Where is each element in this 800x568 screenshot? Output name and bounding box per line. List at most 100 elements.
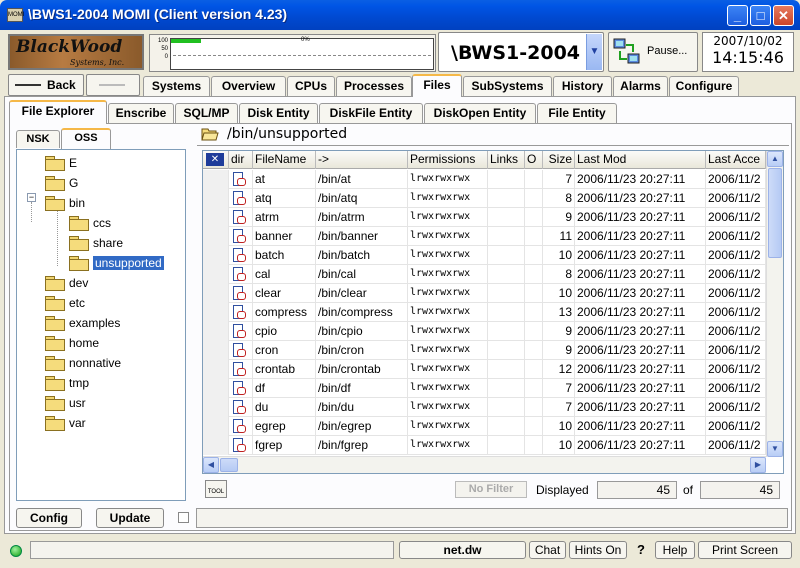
tree-node-nonnative[interactable]: nonnative xyxy=(45,354,121,372)
subtab-diskfile-entity[interactable]: DiskFile Entity xyxy=(319,103,423,123)
tab-cpus[interactable]: CPUs xyxy=(287,76,335,96)
forward-button[interactable] xyxy=(86,74,140,96)
tab-nsk[interactable]: NSK xyxy=(16,130,60,148)
header-links[interactable]: Links xyxy=(488,151,525,169)
select-all-header[interactable]: ✕ xyxy=(203,151,229,169)
tree-node-bin[interactable]: bin xyxy=(45,194,85,212)
tree-node-e[interactable]: E xyxy=(45,154,77,172)
table-row[interactable]: cal/bin/cal lrwxrwxrwx 8 2006/11/23 20:27:1… xyxy=(203,265,766,284)
subtab-sqlmp[interactable]: SQL/MP xyxy=(175,103,238,123)
row-selector[interactable] xyxy=(203,417,229,436)
tab-systems[interactable]: Systems xyxy=(143,76,210,96)
close-button[interactable]: ✕ xyxy=(773,5,794,26)
tree-node-unsupported[interactable]: unsupported xyxy=(69,254,164,272)
table-row[interactable]: egrep/bin/egrep lrwxrwxrwx 10 2006/11/23 20… xyxy=(203,417,766,436)
net-button[interactable]: net.dw xyxy=(399,541,526,559)
back-button[interactable]: Back xyxy=(8,74,84,96)
update-button[interactable]: Update xyxy=(96,508,164,528)
header-last-mod[interactable]: Last Mod xyxy=(575,151,706,169)
row-selector[interactable] xyxy=(203,436,229,455)
row-selector[interactable] xyxy=(203,322,229,341)
vertical-scrollbar[interactable]: ▲ ▼ xyxy=(766,151,783,457)
table-row[interactable]: du/bin/du lrwxrwxrwx 7 2006/11/23 20:27:11 2… xyxy=(203,398,766,417)
subtab-enscribe[interactable]: Enscribe xyxy=(108,103,174,123)
row-selector[interactable] xyxy=(203,265,229,284)
tab-oss[interactable]: OSS xyxy=(61,128,111,149)
auto-update-checkbox[interactable] xyxy=(178,512,189,523)
subtab-file-entity[interactable]: File Entity xyxy=(537,103,617,123)
maximize-button[interactable]: □ xyxy=(750,5,771,26)
chevron-down-icon[interactable]: ▼ xyxy=(586,34,602,70)
subtab-disk-entity[interactable]: Disk Entity xyxy=(239,103,318,123)
tree-node-usr[interactable]: usr xyxy=(45,394,86,412)
table-row[interactable]: batch/bin/batch lrwxrwxrwx 10 2006/11/23 20… xyxy=(203,246,766,265)
tab-overview[interactable]: Overview xyxy=(211,76,286,96)
tab-subsystems[interactable]: SubSystems xyxy=(463,76,552,96)
tab-configure[interactable]: Configure xyxy=(669,76,739,96)
tree-node-dev[interactable]: dev xyxy=(45,274,88,292)
table-row[interactable]: atrm/bin/atrm lrwxrwxrwx 9 2006/11/23 20:27… xyxy=(203,208,766,227)
table-row[interactable]: atq/bin/atq lrwxrwxrwx 8 2006/11/23 20:27:1… xyxy=(203,189,766,208)
minimize-button[interactable]: _ xyxy=(727,5,748,26)
horizontal-scrollbar[interactable]: ◀ ▶ xyxy=(203,456,766,473)
pause-button[interactable]: Pause... xyxy=(608,32,698,72)
hints-button[interactable]: Hints On xyxy=(569,541,627,559)
header-owner[interactable]: O xyxy=(525,151,543,169)
header-last-access[interactable]: Last Acce xyxy=(706,151,766,169)
config-button[interactable]: Config xyxy=(16,508,82,528)
tab-files[interactable]: Files xyxy=(412,74,462,97)
row-selector[interactable] xyxy=(203,303,229,322)
tree-node-g[interactable]: G xyxy=(45,174,78,192)
scroll-left-icon[interactable]: ◀ xyxy=(203,457,219,473)
subtab-diskopen-entity[interactable]: DiskOpen Entity xyxy=(424,103,536,123)
collapse-toggle[interactable]: − xyxy=(27,193,36,202)
tree-node-share[interactable]: share xyxy=(69,234,123,252)
row-selector[interactable] xyxy=(203,341,229,360)
tree-node-var[interactable]: var xyxy=(45,414,86,432)
scroll-down-icon[interactable]: ▼ xyxy=(767,441,783,457)
help-button[interactable]: Help xyxy=(655,541,695,559)
table-row[interactable]: crontab/bin/crontab lrwxrwxrwx 12 2006/11/2… xyxy=(203,360,766,379)
header-dir[interactable]: dir xyxy=(229,151,253,169)
row-selector[interactable] xyxy=(203,379,229,398)
row-selector[interactable] xyxy=(203,360,229,379)
tab-history[interactable]: History xyxy=(553,76,612,96)
tab-processes[interactable]: Processes xyxy=(336,76,412,96)
open-folder-icon[interactable] xyxy=(201,127,219,141)
vertical-scroll-thumb[interactable] xyxy=(768,168,782,258)
row-selector[interactable] xyxy=(203,189,229,208)
chat-button[interactable]: Chat xyxy=(529,541,566,559)
table-row[interactable]: fgrep/bin/fgrep lrwxrwxrwx 10 2006/11/23 20… xyxy=(203,436,766,455)
header-link-target[interactable]: -> xyxy=(316,151,408,169)
horizontal-scroll-thumb[interactable] xyxy=(220,458,238,472)
header-size[interactable]: Size xyxy=(543,151,575,169)
table-row[interactable]: at/bin/at lrwxrwxrwx 7 2006/11/23 20:27:11 2… xyxy=(203,170,766,189)
print-screen-button[interactable]: Print Screen xyxy=(698,541,792,559)
scroll-right-icon[interactable]: ▶ xyxy=(750,457,766,473)
table-row[interactable]: cron/bin/cron lrwxrwxrwx 9 2006/11/23 20:27… xyxy=(203,341,766,360)
help-question-icon[interactable]: ? xyxy=(637,542,645,557)
system-selector[interactable]: \BWS1-2004 ▼ xyxy=(438,32,604,72)
table-row[interactable]: banner/bin/banner lrwxrwxrwx 11 2006/11/23 … xyxy=(203,227,766,246)
header-permissions[interactable]: Permissions xyxy=(408,151,488,169)
tree-node-examples[interactable]: examples xyxy=(45,314,120,332)
row-selector[interactable] xyxy=(203,398,229,417)
tree-node-etc[interactable]: etc xyxy=(45,294,85,312)
scroll-up-icon[interactable]: ▲ xyxy=(767,151,783,167)
row-selector[interactable] xyxy=(203,170,229,189)
table-row[interactable]: clear/bin/clear lrwxrwxrwx 10 2006/11/23 20… xyxy=(203,284,766,303)
tab-alarms[interactable]: Alarms xyxy=(613,76,668,96)
tree-node-tmp[interactable]: tmp xyxy=(45,374,89,392)
table-row[interactable]: cpio/bin/cpio lrwxrwxrwx 9 2006/11/23 20:27… xyxy=(203,322,766,341)
row-selector[interactable] xyxy=(203,227,229,246)
row-selector[interactable] xyxy=(203,208,229,227)
tree-node-home[interactable]: home xyxy=(45,334,99,352)
header-filename[interactable]: FileName xyxy=(253,151,316,169)
tree-node-ccs[interactable]: ccs xyxy=(69,214,111,232)
row-selector[interactable] xyxy=(203,284,229,303)
table-row[interactable]: df/bin/df lrwxrwxrwx 7 2006/11/23 20:27:11 2… xyxy=(203,379,766,398)
no-filter-button[interactable]: No Filter xyxy=(455,481,527,498)
tool-button[interactable]: TOOL xyxy=(205,480,227,498)
subtab-file-explorer[interactable]: File Explorer xyxy=(9,100,107,124)
row-selector[interactable] xyxy=(203,246,229,265)
